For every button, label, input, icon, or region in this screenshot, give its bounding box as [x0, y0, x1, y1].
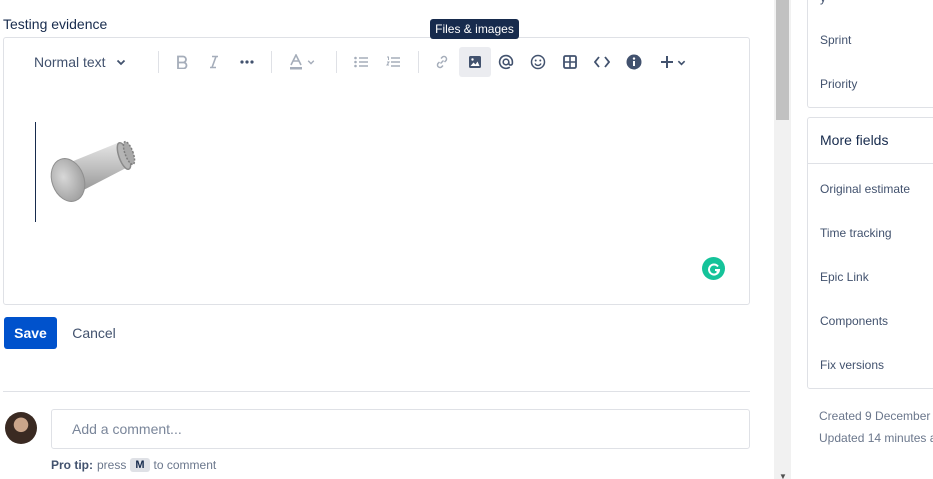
toolbar-divider [271, 51, 272, 73]
insert-icon[interactable] [655, 47, 691, 77]
rich-text-editor[interactable]: Normal text [3, 37, 750, 305]
text-color-icon[interactable] [282, 47, 322, 77]
numbered-list-icon[interactable] [379, 47, 407, 77]
more-fields-title[interactable]: More fields [820, 132, 888, 148]
sidebar-item-fix-versions[interactable]: Fix versions [820, 358, 884, 372]
emoji-icon[interactable] [524, 47, 552, 77]
info-icon[interactable] [620, 47, 648, 77]
section-divider [3, 391, 750, 392]
save-button[interactable]: Save [4, 317, 57, 349]
pro-tip: Pro tip: press M to comment [51, 458, 216, 472]
tooltip-files-images: Files & images [430, 19, 519, 39]
toolbar-divider [418, 51, 419, 73]
details-partial-label: y [820, 0, 826, 5]
updated-timestamp: Updated 14 minutes a [819, 431, 933, 445]
pro-tip-press: press [97, 458, 127, 472]
bold-icon[interactable] [169, 47, 195, 77]
scrollbar-thumb[interactable] [776, 0, 789, 120]
field-label: Testing evidence [3, 16, 108, 32]
chevron-down-icon [116, 57, 126, 67]
keyboard-shortcut-key: M [130, 458, 150, 472]
text-caret [35, 122, 36, 222]
toolbar-divider [336, 51, 337, 73]
toolbar-divider [158, 51, 159, 73]
scroll-down-arrow-icon[interactable]: ▼ [779, 472, 787, 479]
bullet-list-icon[interactable] [347, 47, 375, 77]
sidebar-item-priority[interactable]: Priority [820, 77, 857, 91]
grammarly-icon[interactable] [702, 257, 725, 280]
mention-icon[interactable] [492, 47, 520, 77]
italic-icon[interactable] [201, 47, 227, 77]
image-icon[interactable] [459, 47, 491, 77]
text-style-label: Normal text [34, 54, 106, 70]
sidebar-item-components[interactable]: Components [820, 314, 888, 328]
sidebar-item-sprint[interactable]: Sprint [820, 33, 851, 47]
table-icon[interactable] [556, 47, 584, 77]
link-icon[interactable] [428, 47, 456, 77]
more-fields-panel [807, 117, 933, 389]
panel-divider [808, 163, 933, 164]
avatar[interactable] [5, 412, 37, 444]
details-panel [807, 0, 933, 108]
sidebar-item-epic-link[interactable]: Epic Link [820, 270, 869, 284]
created-timestamp: Created 9 December 2 [819, 409, 933, 423]
cancel-button[interactable]: Cancel [62, 317, 126, 349]
add-comment-input[interactable]: Add a comment... [51, 409, 750, 449]
comment-placeholder: Add a comment... [72, 421, 182, 437]
sidebar-item-original-estimate[interactable]: Original estimate [820, 182, 910, 196]
embedded-image[interactable] [46, 134, 136, 204]
pro-tip-suffix: to comment [153, 458, 217, 472]
sidebar-item-time-tracking[interactable]: Time tracking [820, 226, 892, 240]
code-icon[interactable] [588, 47, 616, 77]
pro-tip-label: Pro tip: [51, 458, 93, 472]
editor-toolbar: Normal text [4, 38, 749, 88]
more-formatting-icon[interactable] [233, 47, 261, 77]
text-style-dropdown[interactable]: Normal text [26, 47, 138, 77]
